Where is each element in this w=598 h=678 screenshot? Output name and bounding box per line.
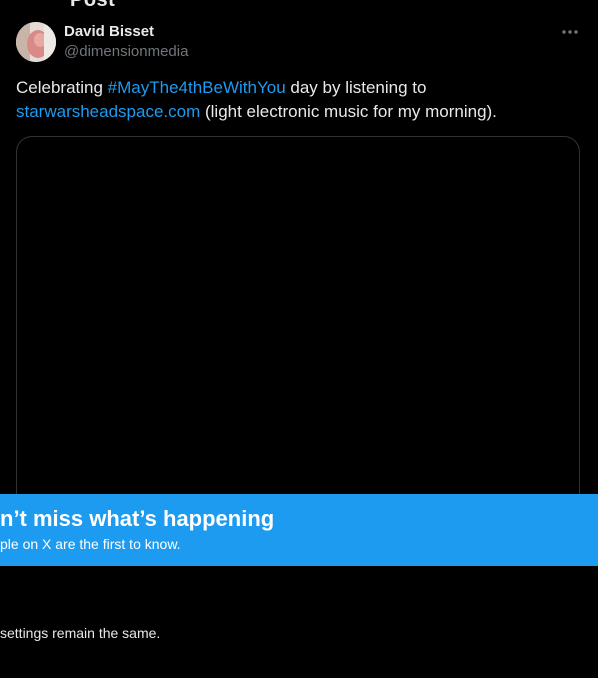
more-horizontal-icon[interactable] xyxy=(558,22,582,42)
banner-subtitle: ple on X are the first to know. xyxy=(0,536,181,552)
tweet-text-part: Celebrating xyxy=(16,78,108,97)
page-title-clipped: Post xyxy=(70,0,116,11)
avatar[interactable] xyxy=(16,22,56,62)
author-handle[interactable]: @dimensionmedia xyxy=(64,43,188,60)
media-card[interactable] xyxy=(16,136,580,536)
author-name[interactable]: David Bisset xyxy=(64,23,154,40)
tweet-text-part: (light electronic music for my morning). xyxy=(200,102,497,121)
banner-title: n’t miss what’s happening xyxy=(0,506,275,531)
hashtag-link[interactable]: #MayThe4thBeWithYou xyxy=(108,78,286,97)
tweet-text-part: day by listening to xyxy=(285,78,427,97)
external-link[interactable]: starwarsheadspace.com xyxy=(16,102,200,121)
tweet-header: David Bisset @dimensionmedia xyxy=(16,22,582,62)
signup-banner: n’t miss what’s happening ple on X are t… xyxy=(0,494,598,566)
cookie-notice-text: settings remain the same. xyxy=(0,625,161,641)
tweet-text: Celebrating #MayThe4thBeWithYou day by l… xyxy=(16,76,576,124)
